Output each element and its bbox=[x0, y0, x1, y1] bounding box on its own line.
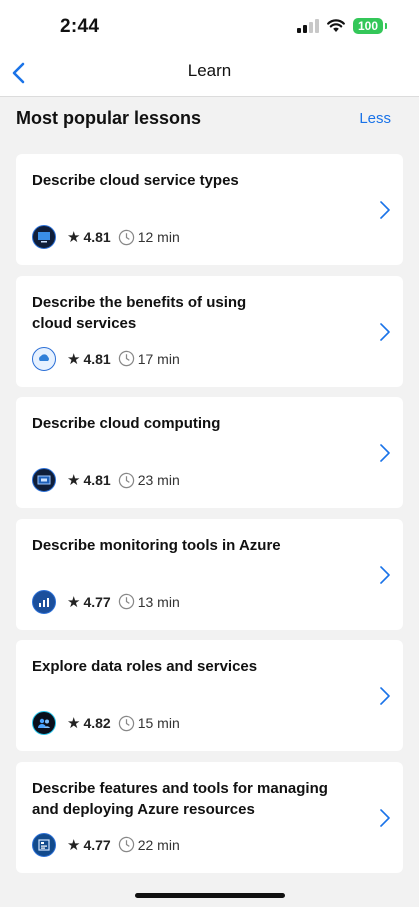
clock-icon bbox=[118, 350, 134, 367]
lesson-duration: 23 min bbox=[137, 472, 180, 488]
lesson-rating: 4.82 bbox=[83, 715, 111, 731]
nav-bar: Learn bbox=[0, 50, 419, 97]
lesson-list: Describe cloud service types ★ 4.81 12 m… bbox=[16, 154, 403, 883]
lesson-duration: 15 min bbox=[137, 715, 180, 731]
lesson-duration: 22 min bbox=[137, 836, 180, 853]
clock-icon bbox=[118, 715, 134, 731]
lesson-card[interactable]: Describe features and tools for managing… bbox=[16, 761, 403, 873]
chevron-right-icon bbox=[380, 201, 390, 219]
lesson-meta: ★ 4.82 15 min bbox=[32, 711, 180, 735]
wifi-icon bbox=[327, 19, 345, 32]
lesson-meta: ★ 4.81 23 min bbox=[32, 468, 180, 492]
chevron-right-icon bbox=[380, 322, 390, 341]
lesson-rating: 4.77 bbox=[83, 836, 111, 853]
clock-icon bbox=[118, 229, 134, 245]
lesson-meta: ★ 4.81 12 min bbox=[32, 225, 180, 249]
cloud-computing-module-icon bbox=[32, 468, 56, 492]
lesson-rating: 4.81 bbox=[83, 350, 111, 367]
star-icon: ★ bbox=[67, 836, 81, 854]
chevron-right-icon bbox=[380, 808, 390, 827]
lesson-meta: ★ 4.81 17 min bbox=[32, 346, 180, 371]
less-toggle-link[interactable]: Less bbox=[359, 110, 391, 127]
lesson-card[interactable]: Describe cloud service types ★ 4.81 12 m… bbox=[16, 154, 403, 265]
lesson-title: Describe cloud service types bbox=[32, 172, 239, 189]
lesson-duration: 13 min bbox=[137, 593, 180, 610]
star-icon: ★ bbox=[67, 715, 81, 732]
data-roles-module-icon bbox=[32, 711, 56, 735]
lesson-duration: 12 min bbox=[137, 229, 180, 245]
star-icon: ★ bbox=[67, 229, 81, 246]
page-title: Learn bbox=[187, 61, 232, 80]
lesson-card[interactable]: Describe monitoring tools in Azure ★ 4.7… bbox=[16, 518, 403, 630]
monitoring-module-icon bbox=[32, 589, 56, 614]
lesson-meta: ★ 4.77 13 min bbox=[32, 589, 180, 614]
status-indicators: 100 bbox=[296, 18, 388, 34]
lesson-rating: 4.77 bbox=[83, 593, 111, 610]
lesson-card[interactable]: Describe cloud computing ★ 4.81 23 min bbox=[16, 397, 403, 508]
chevron-right-icon bbox=[380, 687, 390, 705]
lesson-duration: 17 min bbox=[137, 350, 180, 367]
clock-icon bbox=[118, 593, 134, 610]
clock-icon bbox=[118, 472, 134, 488]
cloud-benefits-module-icon bbox=[32, 346, 56, 371]
clock-icon bbox=[118, 836, 134, 853]
star-icon: ★ bbox=[67, 593, 81, 611]
lesson-title: Describe the benefits of using cloud ser… bbox=[32, 293, 247, 332]
home-indicator[interactable] bbox=[135, 893, 285, 898]
battery-indicator: 100 bbox=[352, 18, 388, 34]
lesson-rating: 4.81 bbox=[83, 229, 111, 245]
status-bar: 2:44 100 bbox=[0, 0, 419, 50]
lesson-card[interactable]: Explore data roles and services ★ 4.82 1… bbox=[16, 640, 403, 751]
status-time: 2:44 bbox=[60, 16, 100, 37]
section-title: Most popular lessons bbox=[16, 108, 202, 128]
lesson-title: Describe cloud computing bbox=[32, 415, 221, 432]
lesson-title: Describe features and tools for managing… bbox=[32, 779, 328, 818]
lesson-card[interactable]: Describe the benefits of using cloud ser… bbox=[16, 275, 403, 387]
lesson-title: Explore data roles and services bbox=[32, 658, 258, 675]
chevron-right-icon bbox=[380, 565, 390, 584]
lesson-title: Describe monitoring tools in Azure bbox=[32, 536, 281, 554]
star-icon: ★ bbox=[67, 472, 81, 489]
cellular-signal-icon bbox=[296, 19, 319, 33]
chevron-right-icon bbox=[380, 444, 390, 462]
lesson-rating: 4.81 bbox=[83, 472, 111, 488]
azure-tools-module-icon bbox=[32, 832, 56, 857]
star-icon: ★ bbox=[67, 350, 81, 368]
cloud-types-module-icon bbox=[32, 225, 56, 249]
lesson-meta: ★ 4.77 22 min bbox=[32, 832, 180, 857]
